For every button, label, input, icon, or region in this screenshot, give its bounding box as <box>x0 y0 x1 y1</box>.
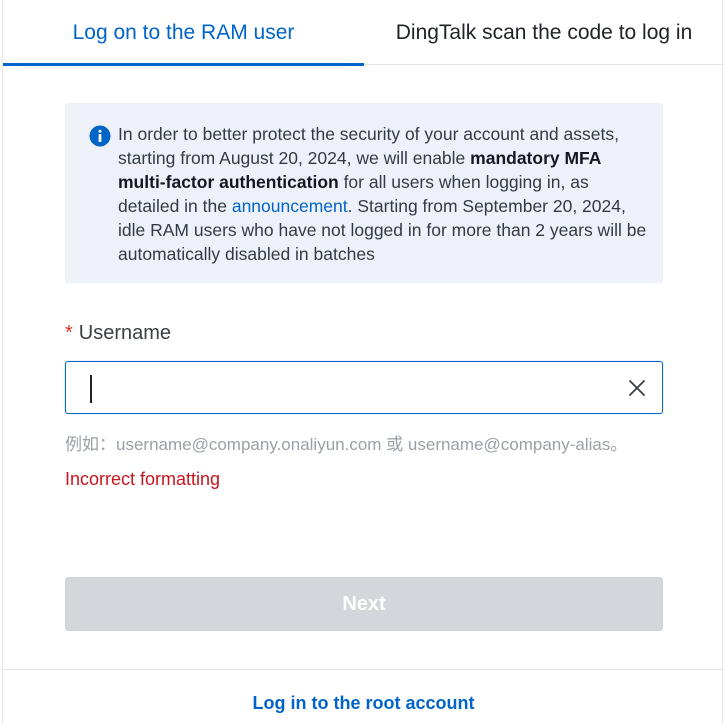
required-mark: * <box>65 322 73 344</box>
tab-ram-user-label: Log on to the RAM user <box>72 20 295 44</box>
mfa-notice: In order to better protect the security … <box>65 103 663 283</box>
username-field[interactable] <box>65 361 663 414</box>
root-account-link[interactable]: Log in to the root account <box>3 693 724 714</box>
tab-dingtalk[interactable]: DingTalk scan the code to log in <box>364 0 724 65</box>
info-icon <box>89 125 111 147</box>
username-label-text: Username <box>78 322 172 344</box>
clear-icon[interactable] <box>628 379 646 397</box>
text-caret <box>90 375 92 403</box>
tab-ram-user[interactable]: Log on to the RAM user <box>3 0 364 66</box>
username-label: * Username <box>65 322 171 345</box>
login-card: Log on to the RAM user DingTalk scan the… <box>2 0 724 724</box>
username-input[interactable] <box>86 370 606 406</box>
notice-text: In order to better protect the security … <box>118 122 648 266</box>
next-button[interactable]: Next <box>65 577 663 631</box>
username-hint: 例如：username@company.onaliyun.com 或 usern… <box>65 435 628 454</box>
username-error: Incorrect formatting <box>65 469 221 489</box>
login-tabs: Log on to the RAM user DingTalk scan the… <box>3 0 724 66</box>
tab-dingtalk-label: DingTalk scan the code to log in <box>395 20 693 44</box>
announcement-link[interactable]: announcement <box>232 196 348 216</box>
